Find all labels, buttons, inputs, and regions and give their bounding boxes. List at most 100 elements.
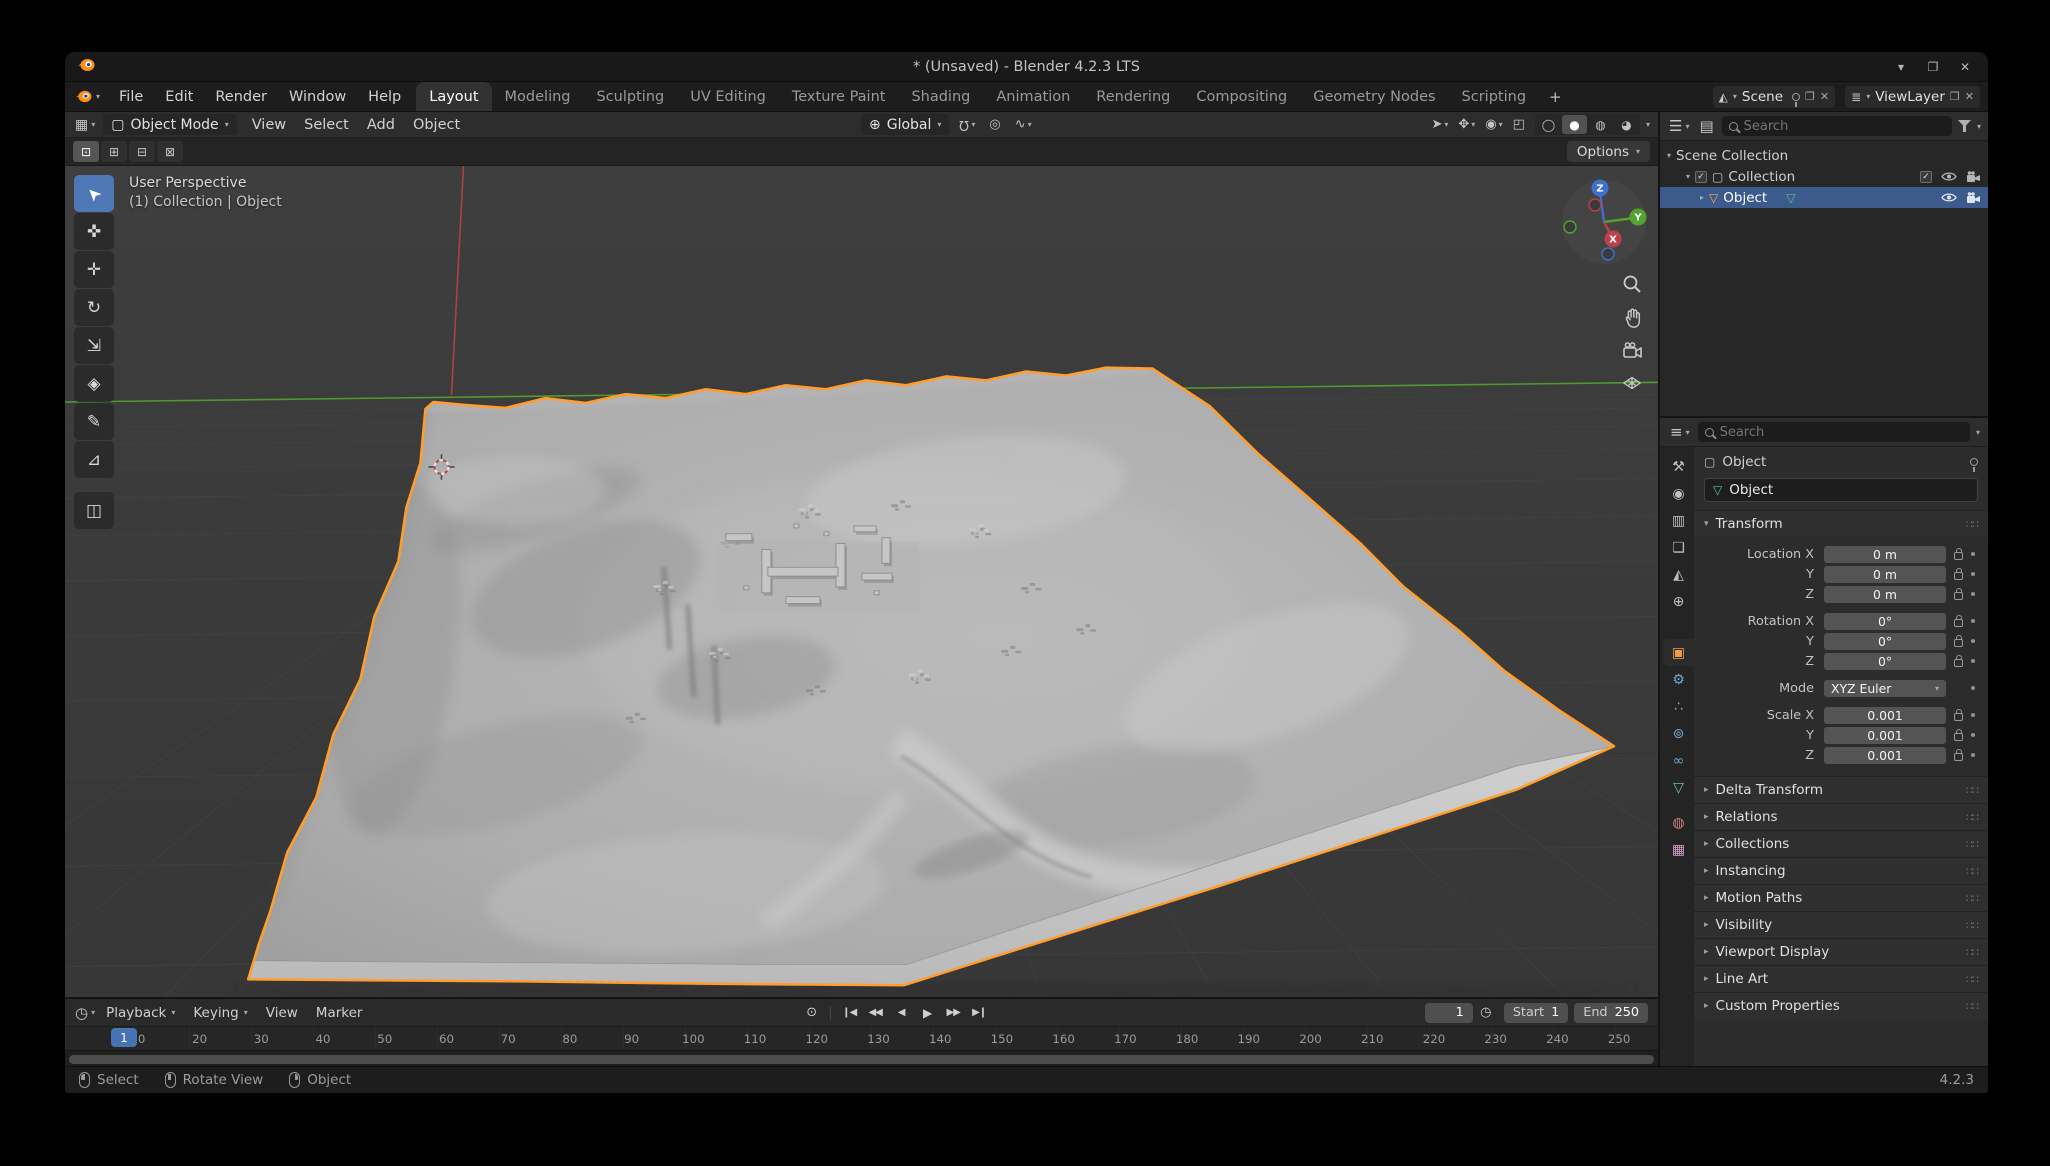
lock-icon[interactable] [1954,552,1963,560]
properties-tab[interactable] [1663,666,1694,693]
animate-dot[interactable] [1971,572,1975,576]
blender-menu-button[interactable] [65,82,108,111]
snapping-toggle[interactable] [955,117,979,132]
tree-row-object[interactable]: Object [1660,187,1988,208]
viewport-toggle-button[interactable] [1481,117,1506,132]
properties-tab[interactable] [1663,534,1694,561]
lock-icon[interactable] [1954,713,1963,721]
scene-selector[interactable]: Scene [1713,86,1836,108]
properties-tab[interactable] [1663,809,1694,836]
pin-button[interactable] [1970,458,1978,466]
prev-key[interactable] [863,1003,888,1023]
close-button[interactable] [1952,56,1978,78]
expand-chevron-icon[interactable] [1686,172,1690,181]
panel-section[interactable]: Line Art [1694,965,1988,992]
drag-handle-icon[interactable] [1966,892,1978,905]
animate-dot[interactable] [1971,713,1975,717]
scrollbar-thumb[interactable] [69,1055,1654,1064]
timeline-menu-item[interactable]: Keying [184,1005,256,1021]
menubar-item[interactable]: File [108,82,154,111]
viewport-menu-item[interactable]: View [243,117,295,133]
shading-dropdown-icon[interactable] [1646,120,1650,129]
properties-tab[interactable] [1663,453,1694,480]
drag-handle-icon[interactable] [1966,838,1978,851]
next-key[interactable] [941,1003,966,1023]
object-name-field[interactable]: Object [1704,478,1978,502]
drag-handle-icon[interactable] [1966,811,1978,824]
rotate[interactable] [74,289,114,326]
play[interactable] [915,1003,940,1023]
properties-tab[interactable] [1663,774,1694,801]
autokey-toggle[interactable] [799,1003,824,1023]
value-field[interactable]: 0 m [1824,566,1946,583]
drag-handle-icon[interactable] [1966,1000,1978,1013]
workspace-tab[interactable]: Shading [898,82,983,111]
workspace-tab[interactable]: Sculpting [584,82,678,111]
minimize-button[interactable] [1888,56,1914,78]
workspace-tab[interactable]: Scripting [1449,82,1539,111]
move[interactable] [74,251,114,288]
camera-visibility-icon[interactable] [1966,171,1981,183]
workspace-tab[interactable]: Layout [416,82,491,111]
navigation-gizmo[interactable]: Z Y X [1558,174,1650,266]
shading-mode-button[interactable] [1588,115,1613,134]
add-workspace-button[interactable]: + [1539,82,1572,111]
pan-button[interactable] [1620,305,1644,329]
properties-search[interactable] [1698,422,1970,442]
panel-section[interactable]: Viewport Display [1694,938,1988,965]
expand-chevron-icon[interactable] [1667,151,1671,160]
camera-visibility-icon[interactable] [1966,192,1981,204]
viewport-toggle-button[interactable] [1454,117,1479,132]
timeline-editor-button[interactable] [73,1004,97,1022]
annotate[interactable] [74,403,114,440]
filter-icon[interactable] [1958,120,1971,132]
panel-section[interactable]: Instancing [1694,857,1988,884]
drag-handle-icon[interactable] [1966,865,1978,878]
value-field[interactable]: 0° [1824,653,1946,670]
workspace-tab[interactable]: Animation [983,82,1083,111]
shading-mode-button[interactable] [1614,115,1639,134]
drag-handle-icon[interactable] [1966,946,1978,959]
timeline-scrollbar[interactable] [65,1050,1658,1066]
animate-dot[interactable] [1971,733,1975,737]
viewport-toggle-button[interactable] [1427,117,1452,132]
value-field[interactable]: 0 m [1824,586,1946,603]
properties-tab[interactable] [1663,507,1694,534]
editor-type-button[interactable] [73,117,97,133]
measure[interactable] [74,441,114,478]
select-mode-button[interactable] [101,141,127,162]
workspace-tab[interactable]: Texture Paint [779,82,899,111]
properties-tab[interactable] [1663,720,1694,747]
frame-ruler[interactable]: 10 20 30 40 50 60 70 80 [65,1026,1658,1050]
mode-selector[interactable]: Object Mode [103,114,236,135]
value-field[interactable]: 0.001 [1824,727,1946,744]
eye-icon[interactable] [1941,192,1957,203]
properties-tab[interactable] [1663,480,1694,507]
panel-section[interactable]: Motion Paths [1694,884,1988,911]
lock-icon[interactable] [1954,572,1963,580]
lock-icon[interactable] [1954,592,1963,600]
play-reverse[interactable] [889,1003,914,1023]
tree-row-collection[interactable]: Collection [1660,166,1988,187]
properties-tab[interactable] [1663,639,1694,666]
new-scene-button[interactable] [1805,90,1815,103]
panel-section[interactable]: Delta Transform [1694,776,1988,803]
axis-neg-z-ball[interactable] [1602,248,1614,260]
workspace-tab[interactable]: Geometry Nodes [1300,82,1448,111]
new-viewlayer-button[interactable] [1950,90,1960,103]
shading-mode-button[interactable] [1562,115,1587,134]
jump-end[interactable] [967,1003,992,1023]
drag-handle-icon[interactable] [1966,518,1978,531]
panel-section[interactable]: Visibility [1694,911,1988,938]
cursor[interactable] [74,213,114,250]
animate-dot[interactable] [1971,639,1975,643]
timeline-menu-item[interactable]: Playback [97,1005,184,1021]
workspace-tab[interactable]: UV Editing [677,82,779,111]
animate-dot[interactable] [1971,619,1975,623]
zoom-button[interactable] [1620,272,1644,296]
falloff-dropdown[interactable] [1011,117,1036,132]
pin-icon[interactable] [1792,93,1800,101]
playhead[interactable]: 1 [111,1028,137,1047]
viewport-toggle-button[interactable] [1509,117,1529,132]
viewport-canvas[interactable]: User Perspective (1) Collection | Object [65,166,1658,997]
